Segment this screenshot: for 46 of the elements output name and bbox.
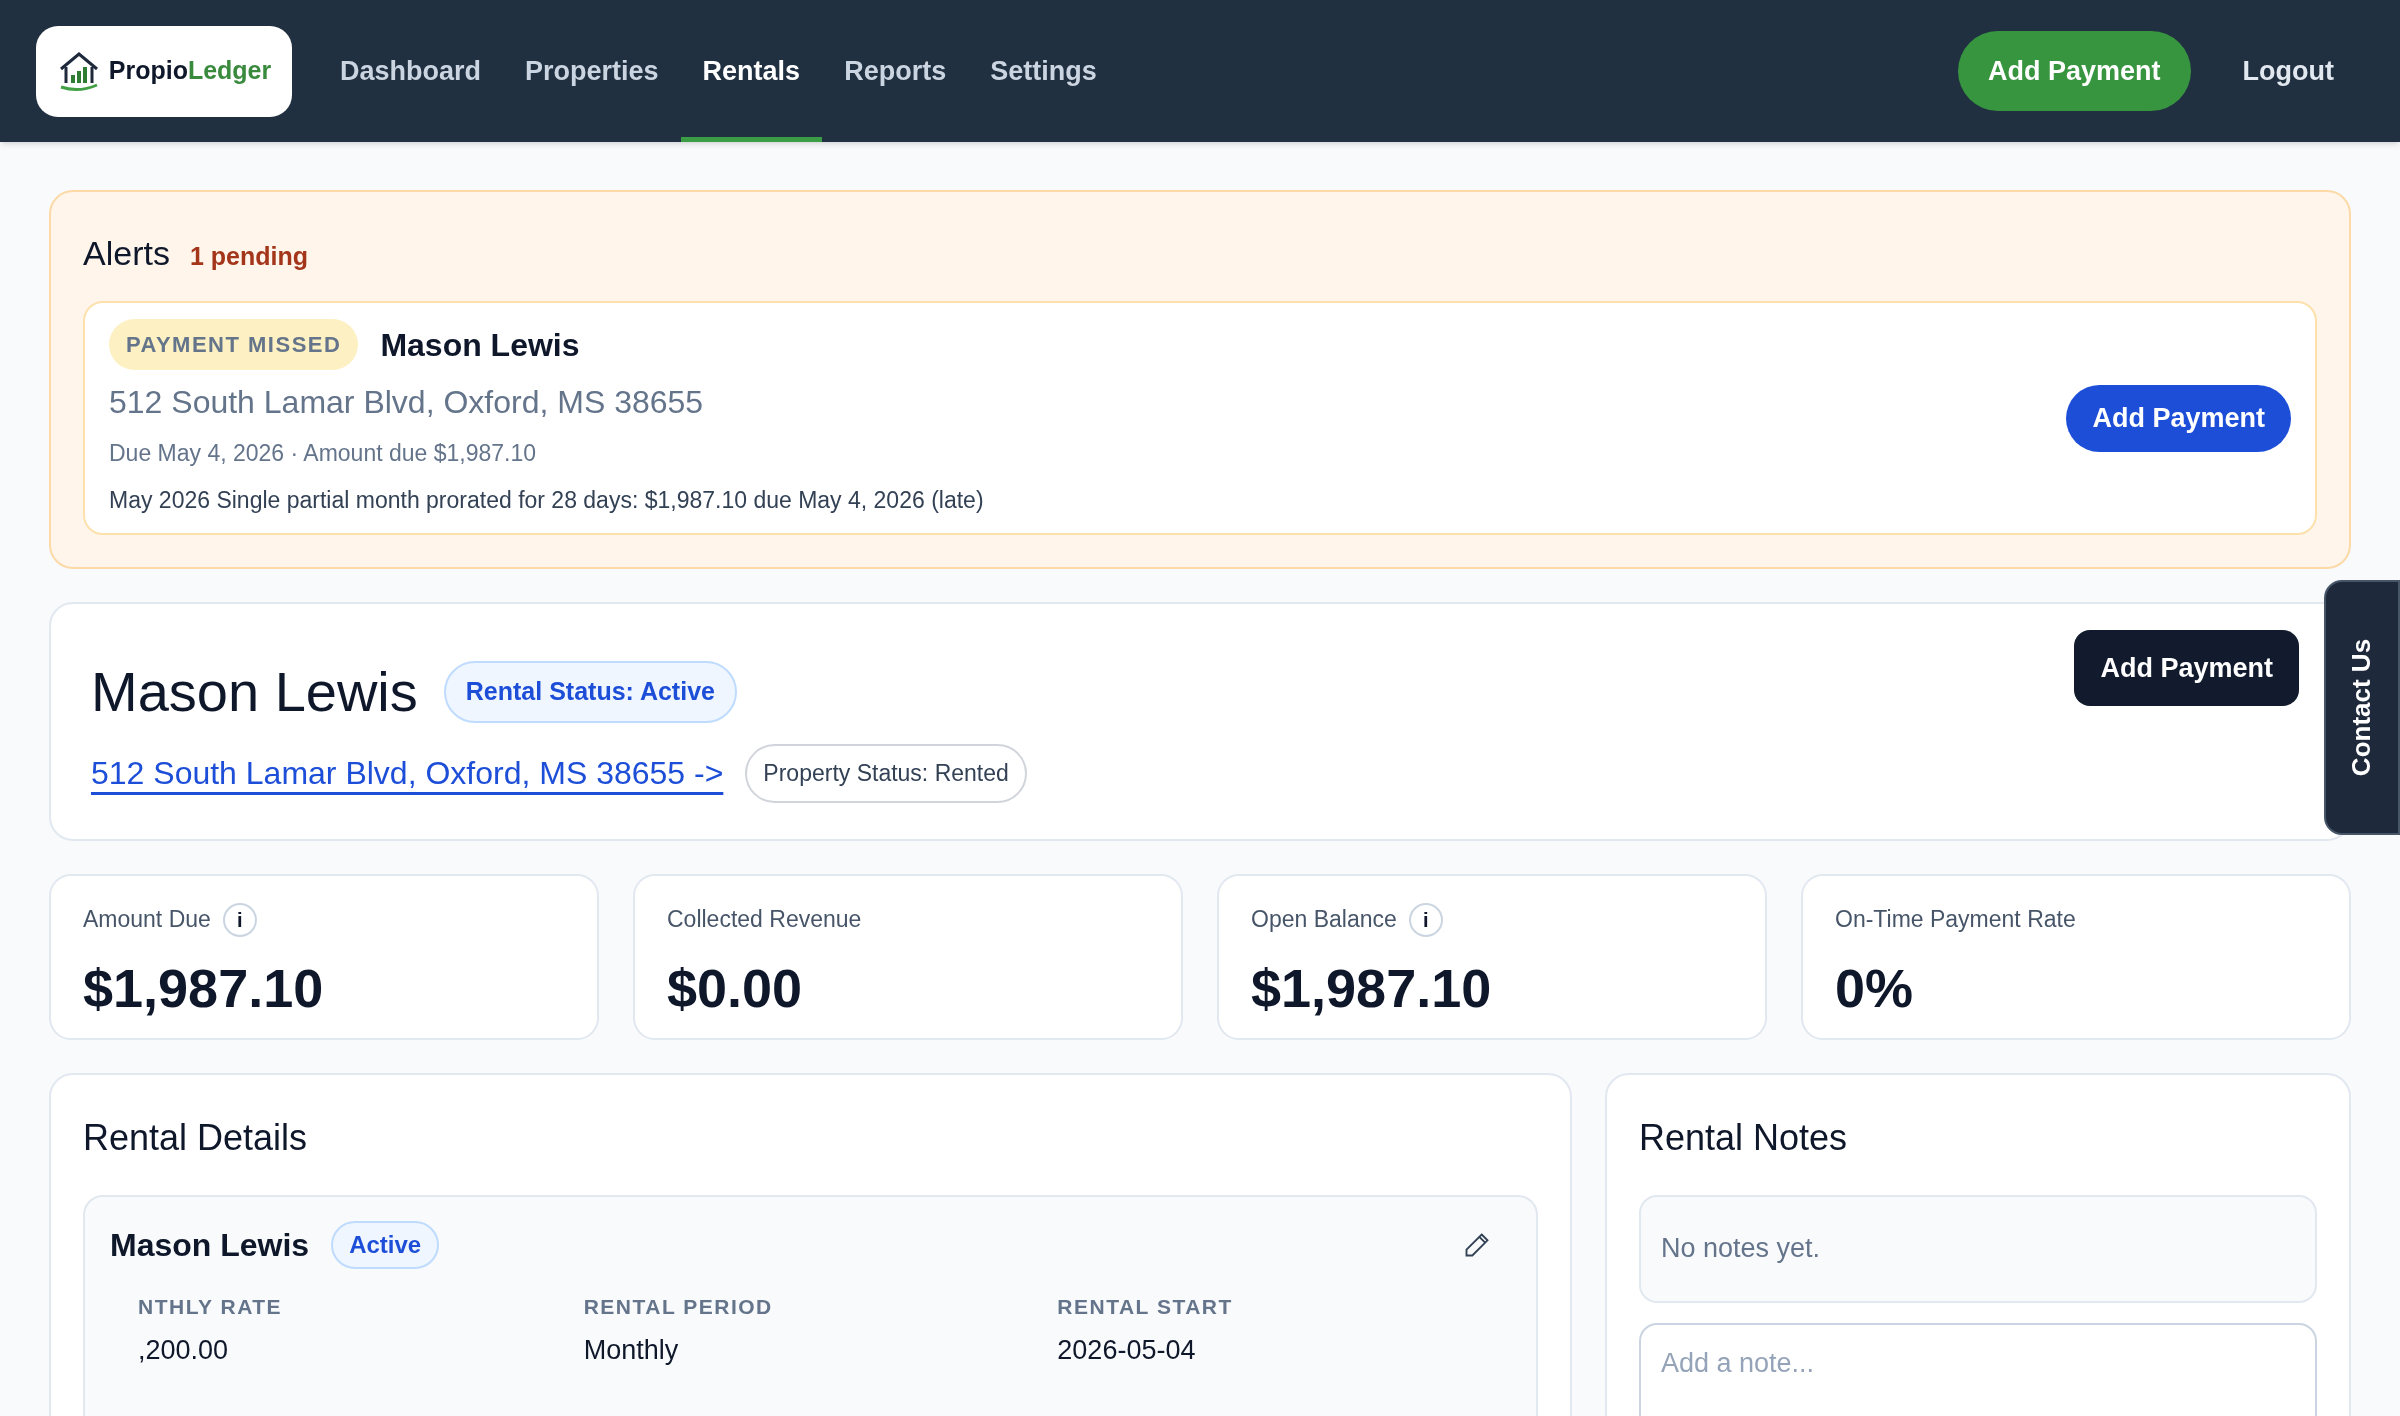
tenant-name: Mason Lewis xyxy=(380,325,580,365)
section-heading: Rental Details xyxy=(83,1115,309,1160)
field-label: NTHLY RATE xyxy=(138,1293,284,1320)
stat-value: 0% xyxy=(1835,956,1915,1020)
add-payment-button[interactable]: Add Payment xyxy=(2066,384,2291,452)
stat-label: Open Balance xyxy=(1251,905,1397,935)
section-heading: Rental Notes xyxy=(1639,1115,1849,1160)
alert-detail: May 2026 Single partial month prorated for 28 days: $1,987.10 due May 4, 2026 (late) xyxy=(109,485,984,515)
logo[interactable]: PropioLedger xyxy=(36,25,292,117)
status-badge: PAYMENT MISSED xyxy=(109,319,359,370)
alerts-heading: Alerts xyxy=(83,233,170,274)
note-input-field[interactable]: Add a note... xyxy=(1639,1322,2317,1416)
info-button[interactable]: i xyxy=(1408,902,1443,937)
info-button[interactable]: i xyxy=(222,902,257,937)
property-status-badge: Property Status: Rented xyxy=(745,744,1027,803)
empty-notes-text: No notes yet. xyxy=(1661,1232,1821,1266)
nav-tab[interactable]: Rentals xyxy=(680,5,823,142)
status-badge: Active xyxy=(331,1220,440,1269)
stat-label: Amount Due xyxy=(83,905,211,935)
property-address-link[interactable]: 512 South Lamar Blvd, Oxford, MS 38655 -> xyxy=(91,749,724,798)
stat-value: $1,987.10 xyxy=(1251,956,1493,1020)
pending-count: 1 pending xyxy=(189,241,308,272)
field-value: ,200.00 xyxy=(138,1334,230,1367)
nav-tab[interactable]: Dashboard xyxy=(318,5,504,142)
stat-value: $0.00 xyxy=(667,956,804,1020)
add-payment-button[interactable]: Add Payment xyxy=(2074,630,2299,706)
rental-status-badge: Rental Status: Active xyxy=(443,661,737,723)
pencil-icon[interactable] xyxy=(1463,1230,1491,1259)
due-info: Due May 4, 2026 · Amount due $1,987.10 xyxy=(109,439,538,468)
stat-label: Collected Revenue xyxy=(667,905,862,935)
stat-label: On-Time Payment Rate xyxy=(1835,905,2076,935)
logout-button[interactable]: Logout xyxy=(2242,50,2334,92)
nav-tab[interactable]: Reports xyxy=(822,5,969,142)
contact-us-tab[interactable]: Contact Us xyxy=(2324,580,2400,835)
logo-text: PropioLedger xyxy=(108,55,272,87)
property-address: 512 South Lamar Blvd, Oxford, MS 38655 xyxy=(109,383,705,422)
add-payment-button[interactable]: Add Payment xyxy=(1958,31,2191,111)
field-value: Monthly xyxy=(583,1334,680,1367)
tenant-name: Mason Lewis xyxy=(91,659,418,725)
field-label: RENTAL PERIOD xyxy=(583,1293,774,1320)
stat-value: $1,987.10 xyxy=(83,956,325,1020)
tenant-name: Mason Lewis xyxy=(110,1225,310,1265)
field-label: RENTAL START xyxy=(1057,1293,1234,1320)
field-value: 2026-05-04 xyxy=(1057,1334,1197,1367)
nav-tab[interactable]: Settings xyxy=(968,5,1119,142)
nav-tab[interactable]: Properties xyxy=(503,5,681,142)
